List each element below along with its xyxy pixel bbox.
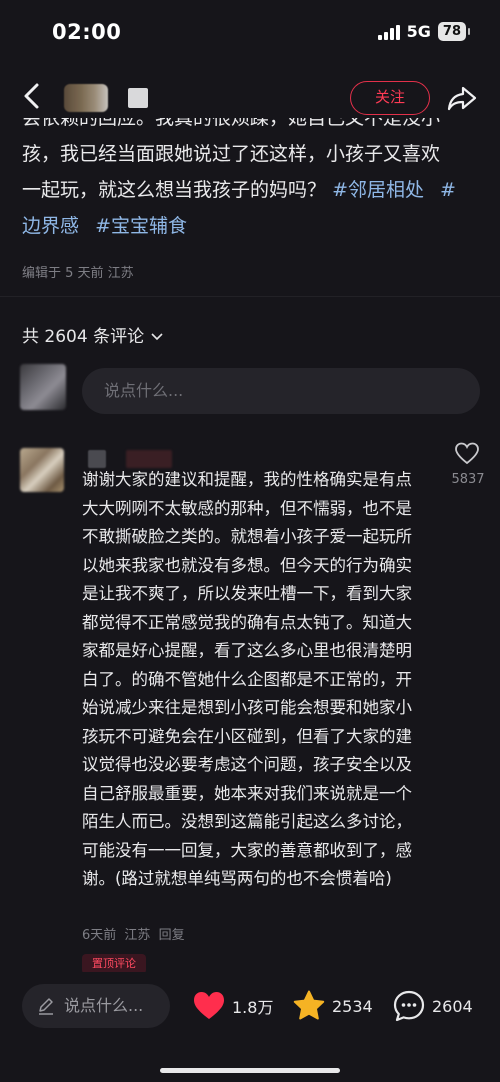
reply-button[interactable]: 回复 [159,928,185,943]
status-time: 02:00 [52,20,122,44]
hashtag-link[interactable]: # [440,179,456,201]
author-avatar[interactable] [64,84,108,112]
my-avatar [20,364,66,410]
like-button[interactable]: 1.8万 [192,988,273,1024]
comment-button[interactable]: 2604 [392,988,473,1024]
star-icon [293,990,325,1020]
heart-icon[interactable] [454,441,480,467]
share-icon[interactable] [446,82,478,114]
comment-text: 谢谢大家的建议和提醒，我的性格确实是有点大大咧咧不太敏感的那种，但不懦弱，也不是… [82,470,412,888]
hashtag-link[interactable]: 边界感 [22,215,79,237]
post-line: 边界感 #宝宝辅食 [22,208,482,244]
signal-icon [377,24,400,40]
comment-like-count: 5837 [451,472,485,487]
collect-count: 2534 [332,996,373,1016]
status-indicators: 5G 78 [377,22,471,41]
follow-button[interactable]: 关注 [350,81,430,115]
post-line: 一起玩，就这么想当我孩子的妈吗？ #邻居相处 # [22,179,456,201]
bottom-bar: 说点什么... 1.8万 2534 2604 [0,972,500,1082]
network-type: 5G [406,22,431,41]
comment-location: 江苏 [124,928,151,943]
home-indicator[interactable] [160,1068,340,1073]
comment-count-label: 共 2604 条评论 [22,327,145,347]
comment-input[interactable]: 说点什么... [82,368,480,414]
comment-count-toggle[interactable]: 共 2604 条评论 [22,322,164,347]
battery-icon: 78 [437,22,471,41]
collect-button[interactable]: 2534 [292,988,373,1024]
post-line: 孩，我已经当面跟她说过了还这样，小孩子又喜欢 [22,143,441,165]
divider [0,296,500,297]
post-meta: 编辑于 5 天前 江苏 [22,266,134,281]
back-arrow-icon[interactable] [18,80,48,112]
bottom-input-placeholder: 说点什么... [64,996,144,1015]
like-count: 1.8万 [232,998,274,1017]
bottom-comment-input[interactable]: 说点什么... [22,984,170,1028]
comment-count: 2604 [432,996,473,1016]
comment-meta: 6天前 江苏 回复 [82,924,185,943]
hashtag-link[interactable]: #宝宝辅食 [95,215,187,237]
pen-icon [39,998,53,1015]
post-cut-line: 会依赖的回应。我真的很烦躁，她自己又不是没小 [22,118,441,129]
pinned-badge: 置顶评论 [82,954,146,974]
chevron-down-icon [151,333,164,341]
hashtag-link[interactable]: #邻居相处 [332,179,424,201]
author-name[interactable] [128,88,148,108]
status-bar: 02:00 5G 78 [0,0,500,64]
heart-filled-icon [194,992,224,1019]
comment-time: 6天前 [82,928,117,943]
post-content: 会依赖的回应。我真的很烦躁，她自己又不是没小 孩，我已经当面跟她说过了还这样，小… [22,118,482,244]
comment-bubble-icon [393,990,425,1022]
commenter-avatar[interactable] [20,448,64,492]
